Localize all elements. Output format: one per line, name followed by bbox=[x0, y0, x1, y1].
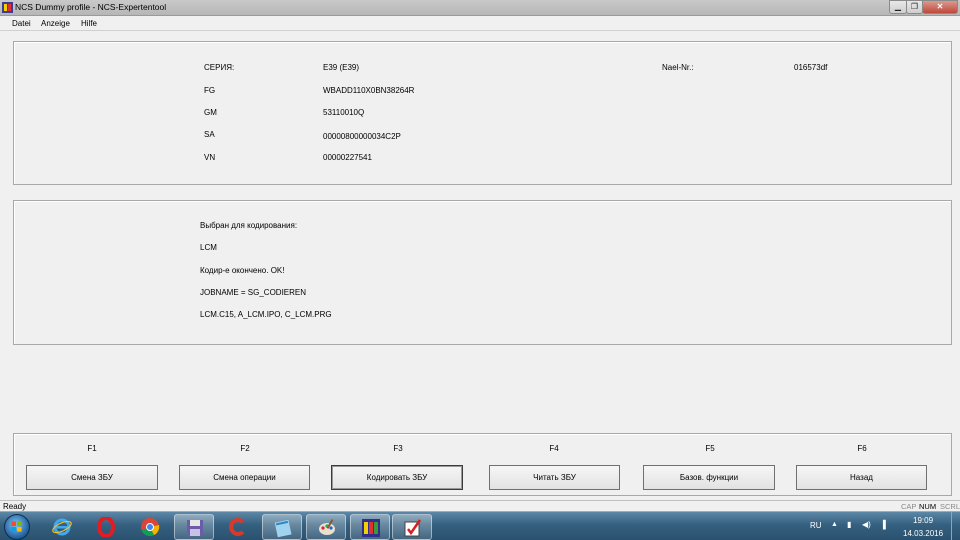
nael-label: Nael-Nr.: bbox=[662, 63, 694, 72]
vn-value: 00000227541 bbox=[323, 153, 372, 162]
scroll-indicator: SCRL bbox=[940, 502, 960, 511]
read-ecu-button[interactable]: Читать ЗБУ bbox=[489, 465, 620, 490]
floppy-save-icon[interactable] bbox=[174, 514, 214, 540]
fg-label: FG bbox=[204, 86, 216, 95]
chrome-icon[interactable] bbox=[130, 514, 170, 540]
sa-label: SA bbox=[204, 130, 215, 139]
clock-time[interactable]: 19:09 bbox=[913, 516, 933, 525]
start-orb-icon[interactable] bbox=[4, 514, 30, 540]
internet-explorer-icon[interactable] bbox=[42, 514, 82, 540]
vn-label: VN bbox=[204, 153, 216, 162]
battery-icon[interactable]: ▮ bbox=[847, 520, 851, 529]
status-text: Ready bbox=[3, 502, 27, 511]
window-title: NCS Dummy profile - NCS-Expertentool bbox=[15, 2, 167, 12]
network-icon[interactable]: ▐ bbox=[880, 520, 886, 529]
menu-anzeige[interactable]: Anzeige bbox=[41, 19, 70, 28]
show-desktop-button[interactable] bbox=[951, 512, 960, 540]
checklist-icon[interactable] bbox=[392, 514, 432, 540]
status-line: Выбран для кодирования: bbox=[200, 221, 298, 230]
fg-value: WBADD110X0BN38264R bbox=[323, 86, 415, 95]
paint-icon[interactable] bbox=[306, 514, 346, 540]
fkey-label-f4: F4 bbox=[549, 444, 559, 453]
status-bar: Ready CAP NUM SCRL bbox=[0, 500, 960, 511]
volume-icon[interactable]: ◀) bbox=[862, 520, 871, 529]
series-label: СЕРИЯ: bbox=[204, 63, 235, 72]
back-button[interactable]: Назад bbox=[796, 465, 927, 490]
coding-status-panel bbox=[13, 200, 952, 345]
menu-datei[interactable]: Datei bbox=[12, 19, 31, 28]
caps-indicator: CAP bbox=[901, 502, 917, 511]
close-icon: ✕ bbox=[936, 2, 944, 11]
clock-date[interactable]: 14.03.2016 bbox=[903, 529, 943, 538]
menu-bar: Datei Anzeige Hilfe bbox=[0, 17, 960, 31]
restore-icon: ❐ bbox=[910, 2, 919, 11]
change-operation-button[interactable]: Смена операции bbox=[179, 465, 310, 490]
title-bar: NCS Dummy profile - NCS-Expertentool ▁ ❐… bbox=[0, 0, 960, 16]
num-indicator: NUM bbox=[919, 502, 937, 511]
code-ecu-button[interactable]: Кодировать ЗБУ bbox=[331, 465, 463, 490]
fkey-label-f2: F2 bbox=[240, 444, 250, 453]
gm-value: 53110010Q bbox=[323, 108, 365, 117]
status-line: Кодир-е окончено. OK! bbox=[200, 266, 285, 275]
nael-value: 016573df bbox=[794, 63, 828, 72]
fkey-label-f3: F3 bbox=[393, 444, 403, 453]
gm-label: GM bbox=[204, 108, 217, 117]
taskbar: RU ▲ ▮ ◀) ▐ 19:09 14.03.2016 bbox=[0, 511, 960, 540]
notepad-icon[interactable] bbox=[262, 514, 302, 540]
close-button[interactable]: ✕ bbox=[922, 0, 958, 14]
opera-icon[interactable] bbox=[86, 514, 126, 540]
maximize-button[interactable]: ❐ bbox=[906, 0, 923, 14]
minimize-button[interactable]: ▁ bbox=[889, 0, 907, 14]
status-line: LCM bbox=[200, 243, 217, 252]
fkey-label-f1: F1 bbox=[87, 444, 97, 453]
minimize-icon: ▁ bbox=[894, 2, 902, 11]
status-line: JOBNAME = SG_CODIEREN bbox=[200, 288, 307, 297]
status-line: LCM.C15, A_LCM.IPO, C_LCM.PRG bbox=[200, 310, 332, 319]
ccleaner-icon[interactable] bbox=[218, 514, 258, 540]
ncs-expert-icon[interactable] bbox=[350, 514, 390, 540]
series-value: E39 (E39) bbox=[323, 63, 360, 72]
fkey-label-f5: F5 bbox=[705, 444, 715, 453]
change-ecu-button[interactable]: Смена ЗБУ bbox=[26, 465, 158, 490]
basic-functions-button[interactable]: Базов. функции bbox=[643, 465, 775, 490]
sa-value: 00000800000034C2P bbox=[323, 132, 401, 141]
menu-hilfe[interactable]: Hilfe bbox=[81, 19, 97, 28]
language-indicator[interactable]: RU bbox=[810, 521, 822, 530]
show-hidden-icons-icon[interactable]: ▲ bbox=[831, 521, 838, 528]
app-icon bbox=[2, 2, 13, 13]
fkey-label-f6: F6 bbox=[857, 444, 867, 453]
